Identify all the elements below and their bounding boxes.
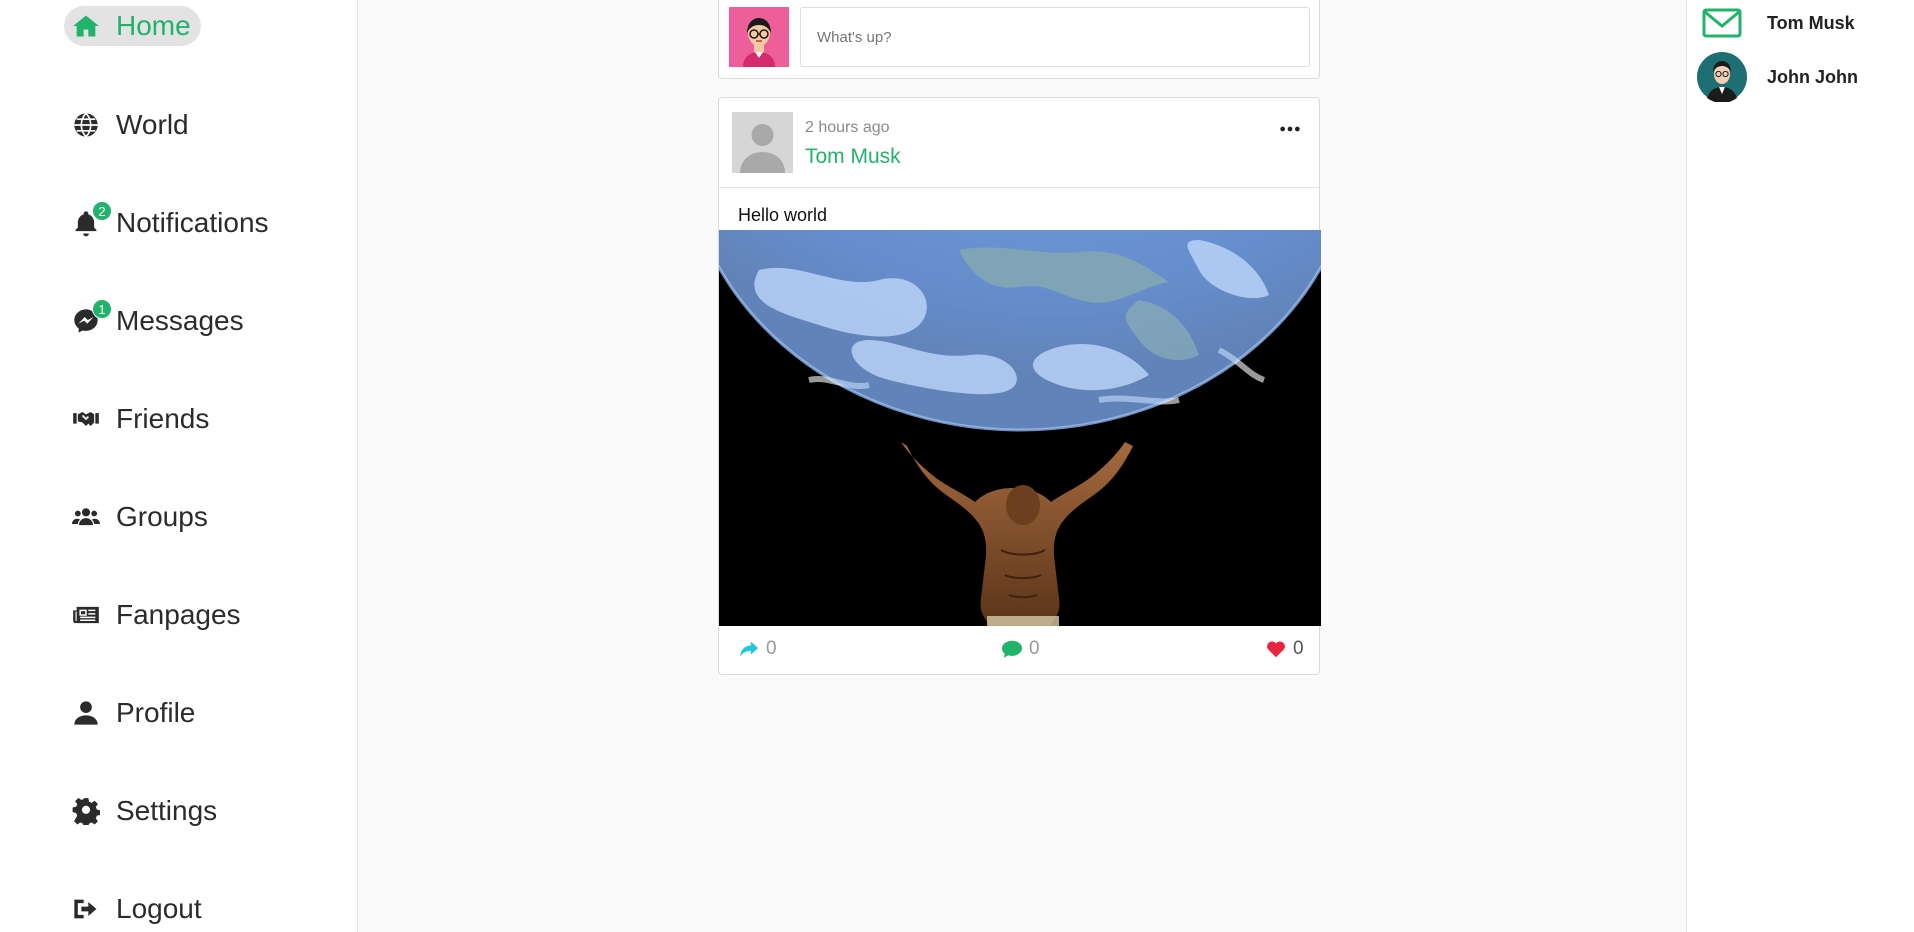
nav-item-label: Home: [116, 10, 191, 41]
handshake-icon: [72, 403, 106, 435]
nav-item-label: Groups: [116, 501, 208, 532]
contact-item[interactable]: John John: [1697, 52, 1858, 102]
nav-item-profile[interactable]: Profile: [64, 691, 205, 735]
contact-name: John John: [1767, 66, 1858, 87]
nav-item-label: Fanpages: [116, 599, 241, 630]
post-author-link[interactable]: Tom Musk: [805, 145, 901, 169]
nav-item-settings[interactable]: Settings: [64, 789, 227, 833]
nav-item-messages[interactable]: 1 Messages: [64, 299, 254, 343]
comment-count: 0: [1029, 638, 1040, 659]
divider: [719, 187, 1319, 188]
author-avatar[interactable]: [732, 112, 793, 173]
envelope-icon: [1697, 0, 1747, 48]
share-count: 0: [766, 638, 777, 659]
nav-item-label: World: [116, 109, 189, 140]
right-sidebar: Tom Musk John John: [1686, 0, 1914, 932]
heart-icon: [1267, 641, 1285, 658]
nav-item-home[interactable]: Home: [64, 6, 201, 46]
post-text: Hello world: [738, 205, 828, 225]
avatar: [1697, 52, 1747, 102]
nav-item-logout[interactable]: Logout: [64, 887, 212, 931]
contact-name: Tom Musk: [1767, 12, 1855, 33]
nav-item-label: Friends: [116, 403, 210, 434]
avatar: [729, 7, 789, 67]
notification-count-badge: 2: [92, 201, 112, 221]
nav-item-label: Profile: [116, 697, 196, 728]
post-composer: [718, 0, 1320, 79]
contact-item[interactable]: Tom Musk: [1697, 0, 1855, 48]
bell-icon: 2: [72, 201, 112, 239]
sign-out-icon: [72, 893, 106, 925]
left-sidebar: Home World 2 Notifications 1 Messages Fr…: [0, 0, 358, 932]
nav-item-label: Messages: [116, 305, 244, 336]
whats-up-input[interactable]: [800, 7, 1310, 67]
nav-item-friends[interactable]: Friends: [64, 397, 219, 441]
user-icon: [72, 697, 106, 729]
gear-icon: [72, 795, 106, 827]
message-count-badge: 1: [92, 299, 112, 319]
like-count: 0: [1293, 638, 1304, 659]
post-actions: 0 0 0: [719, 626, 1319, 676]
share-icon: [739, 641, 759, 657]
nav-item-groups[interactable]: Groups: [64, 495, 218, 539]
post-timestamp: 2 hours ago: [805, 119, 890, 136]
messenger-icon: 1: [72, 299, 112, 337]
nav-item-label: Settings: [116, 795, 218, 826]
comment-button[interactable]: 0: [1001, 638, 1040, 660]
globe-icon: [72, 109, 106, 141]
newspaper-icon: [72, 599, 106, 631]
like-button[interactable]: 0: [1265, 638, 1304, 660]
nav-item-world[interactable]: World: [64, 103, 199, 147]
nav-item-notifications[interactable]: 2 Notifications: [64, 201, 279, 245]
comment-icon: [1001, 640, 1023, 658]
more-options-icon[interactable]: [1275, 118, 1305, 140]
nav-item-fanpages[interactable]: Fanpages: [64, 593, 251, 637]
share-button[interactable]: 0: [738, 638, 777, 660]
users-icon: [72, 501, 106, 533]
post-image[interactable]: [719, 230, 1321, 626]
nav-item-label: Logout: [116, 893, 202, 924]
post-card: 2 hours ago Tom Musk Hello world 0 0 0: [718, 97, 1321, 676]
nav-item-label: Notifications: [116, 207, 269, 238]
home-icon: [72, 10, 106, 42]
